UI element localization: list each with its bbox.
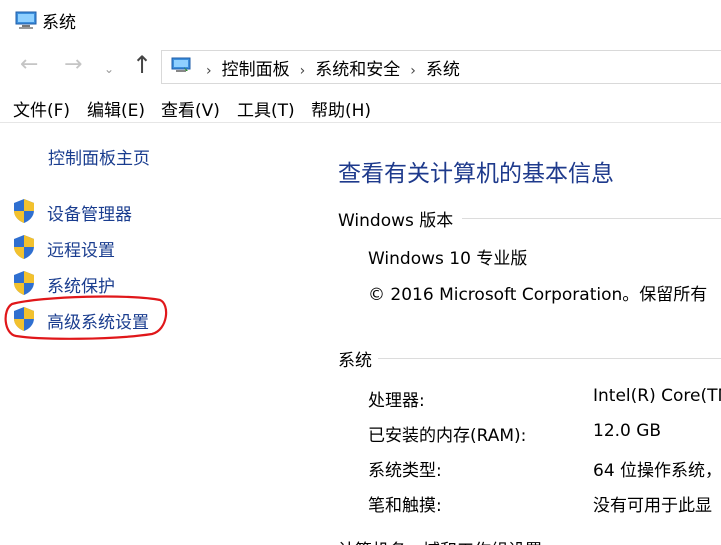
processor-label: 处理器:	[368, 391, 425, 411]
sidebar-item-label: 远程设置	[47, 241, 115, 261]
sidebar-item-label: 设备管理器	[47, 205, 132, 225]
up-arrow-icon[interactable]: ↑	[132, 53, 152, 77]
copyright-text: © 2016 Microsoft Corporation。保留所有	[368, 285, 708, 305]
section-divider	[462, 218, 721, 219]
computer-icon	[171, 57, 191, 72]
chevron-right-icon: ›	[206, 63, 212, 79]
pen-touch-value: 没有可用于此显	[593, 496, 712, 516]
computer-icon	[15, 11, 37, 29]
section-system: 系统	[338, 351, 372, 371]
breadcrumb-path: › 控制面板 › 系统和安全 › 系统	[196, 55, 460, 80]
section-divider	[378, 358, 721, 359]
main-content: 查看有关计算机的基本信息 Windows 版本 Windows 10 专业版 ©…	[338, 124, 721, 545]
menu-file[interactable]: 文件(F)	[13, 96, 70, 121]
menu-help[interactable]: 帮助(H)	[311, 96, 371, 121]
windows-edition-value: Windows 10 专业版	[368, 249, 528, 269]
breadcrumb-item-system[interactable]: 系统	[426, 60, 460, 80]
processor-value: Intel(R) Core(TM	[593, 386, 721, 406]
section-windows-edition: Windows 版本	[338, 211, 454, 231]
pen-touch-label: 笔和触摸:	[368, 496, 442, 516]
chevron-right-icon[interactable]: ›	[300, 63, 306, 79]
shield-icon	[14, 271, 34, 295]
ram-label: 已安装的内存(RAM):	[368, 426, 527, 446]
back-arrow-icon[interactable]: ←	[20, 54, 38, 76]
chevron-right-icon[interactable]: ›	[410, 63, 416, 79]
page-title: 查看有关计算机的基本信息	[338, 161, 614, 187]
breadcrumb[interactable]: › 控制面板 › 系统和安全 › 系统	[161, 50, 721, 84]
system-type-label: 系统类型:	[368, 461, 442, 481]
ram-value: 12.0 GB	[593, 421, 662, 441]
address-bar: ← → ⌄ ↑ › 控制面板 › 系统和安全 › 系统	[0, 44, 721, 88]
breadcrumb-item-system-security[interactable]: 系统和安全	[315, 60, 400, 80]
menu-tools[interactable]: 工具(T)	[237, 96, 295, 121]
breadcrumb-item-control-panel[interactable]: 控制面板	[222, 60, 290, 80]
shield-icon	[14, 199, 34, 223]
system-type-value: 64 位操作系统，	[593, 461, 721, 481]
menu-bar: 文件(F) 编辑(E) 查看(V) 工具(T) 帮助(H)	[0, 92, 721, 123]
shield-icon	[14, 235, 34, 259]
section-computer-name-partial: 计算机名、域和工作组设置	[338, 536, 542, 545]
chevron-down-icon[interactable]: ⌄	[104, 58, 114, 80]
title-bar: 系统	[0, 0, 721, 38]
menu-view[interactable]: 查看(V)	[161, 96, 220, 121]
window-title: 系统	[42, 13, 76, 33]
sidebar: 控制面板主页 设备管理器 远程设置 系统保护 高级系统设置	[0, 124, 320, 545]
menu-edit[interactable]: 编辑(E)	[87, 96, 145, 121]
sidebar-item-control-panel-home[interactable]: 控制面板主页	[48, 144, 150, 169]
highlight-annotation	[4, 295, 168, 340]
forward-arrow-icon[interactable]: →	[64, 54, 82, 76]
